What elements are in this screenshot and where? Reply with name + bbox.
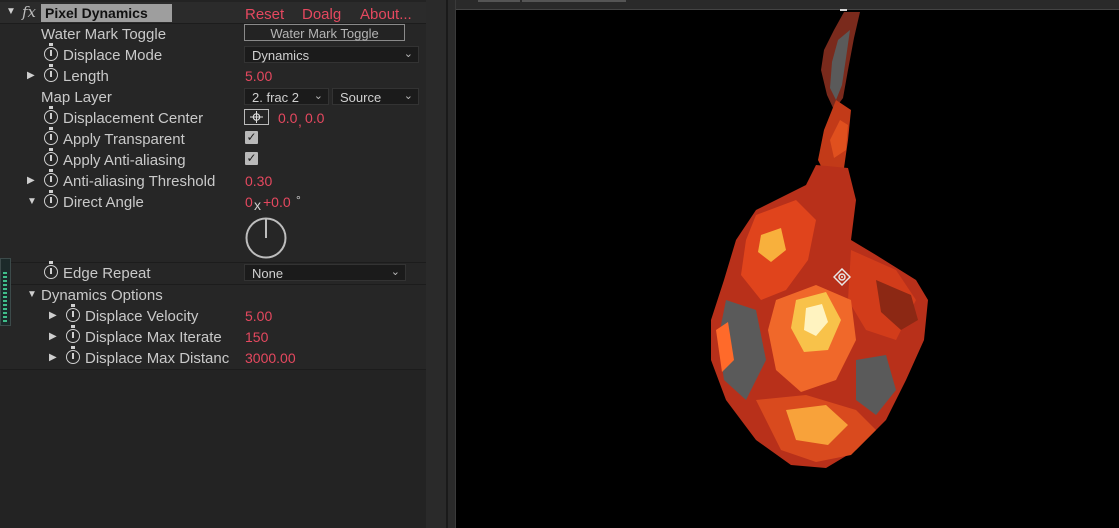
collapse-triangle-icon[interactable]: ▼ [27, 289, 37, 300]
flame-guitar-render [711, 9, 928, 468]
max-iterate-value[interactable]: 150 [245, 329, 268, 345]
stopwatch-icon[interactable] [44, 106, 58, 124]
stopwatch-icon[interactable] [44, 43, 58, 61]
param-row-watermark: Water Mark Toggle Water Mark Toggle [0, 24, 426, 46]
dropdown-value: Dynamics [252, 48, 310, 63]
stopwatch-icon[interactable] [66, 346, 80, 364]
angle-x-separator: x [254, 197, 261, 213]
group-label: Dynamics Options [41, 287, 163, 304]
param-label: Direct Angle [63, 194, 144, 211]
chevron-down-icon: ⌄ [313, 90, 323, 102]
dropdown-value: 2. frac 2 [252, 90, 299, 105]
param-label: Anti-aliasing Threshold [63, 173, 216, 190]
param-label: Apply Anti-aliasing [63, 152, 186, 169]
about-link[interactable]: About... [360, 6, 412, 23]
collapse-triangle-icon[interactable]: ▼ [27, 196, 37, 207]
crosshair-icon[interactable] [244, 109, 269, 125]
composition-viewer[interactable] [455, 0, 1119, 528]
param-row-length: ▶ Length 5.00 [0, 64, 426, 88]
expand-triangle-icon[interactable]: ▶ [49, 331, 57, 342]
param-row-edge-repeat: Edge Repeat None ⌄ [0, 261, 426, 285]
param-label: Apply Transparent [63, 131, 185, 148]
param-row-velocity: ▶ Displace Velocity 5.00 [0, 304, 426, 328]
param-label: Displace Max Iterate [85, 329, 222, 346]
length-value[interactable]: 5.00 [245, 68, 272, 84]
center-y-value[interactable]: 0.0 [305, 110, 324, 126]
aa-threshold-value[interactable]: 0.30 [245, 173, 272, 189]
param-label: Displace Max Distanc [85, 350, 230, 367]
angle-dial-icon[interactable] [245, 217, 287, 259]
angle-revolutions[interactable]: 0 [245, 194, 253, 210]
param-label: Displace Velocity [85, 308, 199, 325]
param-row-max-iterate: ▶ Displace Max Iterate 150 [0, 325, 426, 349]
apply-transparent-checkbox[interactable]: ✓ [245, 131, 258, 144]
stopwatch-icon[interactable] [66, 304, 80, 322]
map-source-dropdown[interactable]: Source ⌄ [332, 88, 419, 105]
degree-unit: ° [296, 193, 301, 207]
stopwatch-icon[interactable] [44, 127, 58, 145]
effect-header: ▼ fx Pixel Dynamics Reset Doalg About... [0, 2, 426, 24]
watermark-toggle-button[interactable]: Water Mark Toggle [244, 24, 405, 41]
effect-name[interactable]: Pixel Dynamics [45, 5, 148, 21]
param-row-displacement-center: Displacement Center 0.0 , 0.0 [0, 106, 426, 130]
stopwatch-icon[interactable] [44, 148, 58, 166]
expand-triangle-icon[interactable]: ▶ [49, 310, 57, 321]
param-row-map-layer: Map Layer 2. frac 2 ⌄ Source ⌄ [0, 87, 426, 109]
anchor-point-icon[interactable] [832, 267, 852, 287]
stopwatch-icon[interactable] [44, 190, 58, 208]
fx-icon[interactable]: fx [22, 3, 36, 21]
panel-divider[interactable] [426, 0, 455, 528]
center-x-value[interactable]: 0.0 [278, 110, 297, 126]
param-row-aa-threshold: ▶ Anti-aliasing Threshold 0.30 [0, 169, 426, 193]
param-label: Displacement Center [63, 110, 204, 127]
reset-link[interactable]: Reset [245, 6, 284, 23]
stopwatch-icon[interactable] [66, 325, 80, 343]
edge-repeat-dropdown[interactable]: None ⌄ [244, 264, 406, 281]
center-separator: , [298, 113, 302, 129]
stopwatch-icon[interactable] [44, 261, 58, 279]
expand-triangle-icon[interactable]: ▶ [49, 352, 57, 363]
level-bars [3, 272, 7, 322]
dialog-link[interactable]: Doalg [302, 6, 341, 23]
param-label: Edge Repeat [63, 265, 151, 282]
stopwatch-icon[interactable] [44, 64, 58, 82]
param-row-apply-antialiasing: Apply Anti-aliasing ✓ [0, 148, 426, 172]
param-row-apply-transparent: Apply Transparent ✓ [0, 127, 426, 151]
dropdown-value: None [252, 266, 284, 281]
param-row-max-distance: ▶ Displace Max Distanc 3000.00 [0, 346, 426, 370]
displace-mode-dropdown[interactable]: Dynamics ⌄ [244, 46, 419, 63]
velocity-value[interactable]: 5.00 [245, 308, 272, 324]
chevron-down-icon: ⌄ [390, 266, 400, 278]
expand-triangle-icon[interactable]: ▶ [27, 175, 35, 186]
map-layer-dropdown[interactable]: 2. frac 2 ⌄ [244, 88, 329, 105]
expand-triangle-icon[interactable]: ▶ [27, 70, 35, 81]
dropdown-value: Source [340, 90, 382, 105]
max-distance-value[interactable]: 3000.00 [245, 350, 296, 366]
stopwatch-icon[interactable] [44, 169, 58, 187]
audio-level-meter [0, 258, 11, 326]
angle-degrees[interactable]: +0.0 [263, 194, 291, 210]
panel-divider-line [446, 0, 448, 528]
param-label: Water Mark Toggle [41, 26, 167, 43]
chevron-down-icon: ⌄ [403, 48, 413, 60]
param-label: Map Layer [41, 89, 112, 106]
param-label: Length [63, 68, 109, 85]
apply-antialiasing-checkbox[interactable]: ✓ [245, 152, 258, 165]
collapse-triangle-icon[interactable]: ▼ [6, 6, 16, 17]
group-dynamics-options: ▼ Dynamics Options [0, 285, 426, 307]
param-row-displace-mode: Displace Mode Dynamics ⌄ [0, 43, 426, 67]
param-row-direct-angle: ▼ Direct Angle 0 x +0.0 ° [0, 190, 426, 263]
effect-controls-panel: ▼ fx Pixel Dynamics Reset Doalg About...… [0, 0, 426, 528]
chevron-down-icon: ⌄ [403, 90, 413, 102]
param-label: Displace Mode [63, 47, 163, 64]
